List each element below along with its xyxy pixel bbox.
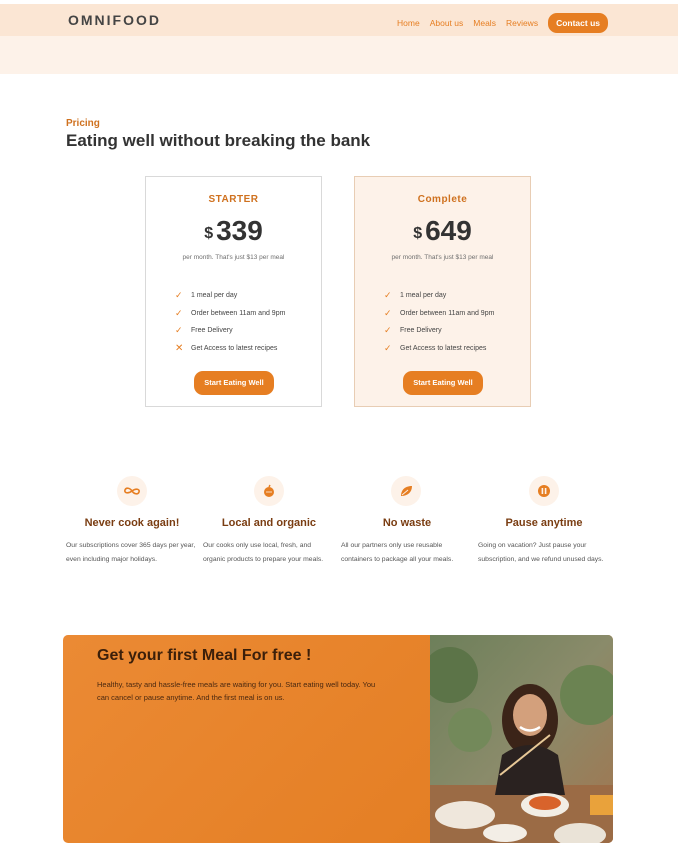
currency-symbol: $ xyxy=(413,225,423,242)
feature-title: Never cook again! xyxy=(84,517,180,529)
feature-item: ✓ Free Delivery xyxy=(175,325,233,336)
main-nav: Home About us Meals Reviews Contact us xyxy=(387,13,608,33)
feature-description: Our cooks only use local, fresh, and org… xyxy=(203,542,324,563)
plan-features: ✓ 1 meal per day ✓ Order between 11am and … xyxy=(175,287,285,357)
cross-icon: ✕ xyxy=(175,342,184,354)
checkmark-icon: ✓ xyxy=(175,290,183,301)
nav-link-about[interactable]: About us xyxy=(430,18,464,28)
logo[interactable]: OMNIFOOD xyxy=(68,12,161,28)
feature-item: ✓ 1 meal per day xyxy=(384,290,447,301)
feature-item: ✓ Order between 11am and 9pm xyxy=(175,307,286,318)
apple-icon xyxy=(254,476,284,506)
per-meal-text: per month. That's just $13 per meal xyxy=(391,254,494,261)
feature-title: Pause anytime xyxy=(505,517,583,529)
plan-name: Complete xyxy=(417,194,468,205)
feature-description: Going on vacation? Just pause your subsc… xyxy=(478,542,604,563)
nav-link-meals[interactable]: Meals xyxy=(473,18,496,28)
per-meal-text: per month. That's just $13 per meal xyxy=(182,254,285,261)
currency-symbol: $ xyxy=(204,225,214,242)
nav-link-reviews[interactable]: Reviews xyxy=(506,18,538,28)
feature-title: Local and organic xyxy=(221,517,317,529)
feature-item: ✓ Order between 11am and 9pm xyxy=(384,307,495,318)
cta-title: Get your first Meal For free ! xyxy=(97,647,312,664)
feature-item: ✕ Get Access to latest recipes xyxy=(175,342,278,354)
feature-item: ✓ Get Access to latest recipes xyxy=(384,342,487,353)
feature-description: All our partners only use reusable conta… xyxy=(341,542,454,563)
plan-features: ✓ 1 meal per day ✓ Order between 11am and … xyxy=(384,287,494,357)
feature-item: ✓ Free Delivery xyxy=(384,325,442,336)
pricing-heading: Eating well without breaking the bank xyxy=(66,131,371,150)
checkmark-icon: ✓ xyxy=(175,325,183,336)
site-header: OMNIFOOD Home About us Meals Reviews Con… xyxy=(0,4,678,74)
checkmark-icon: ✓ xyxy=(384,307,392,318)
woman-eating-photo xyxy=(430,635,613,843)
plan-price: $339 xyxy=(146,215,321,247)
start-eating-well-button[interactable]: Start Eating Well xyxy=(403,371,483,395)
free-meal-cta: Get your first Meal For free ! Healthy, … xyxy=(63,635,613,843)
pricing-card-complete: Complete $649 per month. That's just $13… xyxy=(354,176,531,407)
infinity-icon xyxy=(117,476,147,506)
start-eating-well-button[interactable]: Start Eating Well xyxy=(194,371,274,395)
cta-text: Healthy, tasty and hassle-free meals are… xyxy=(97,680,376,702)
pricing-subheading: Pricing xyxy=(66,118,100,129)
plan-price: $649 xyxy=(355,215,530,247)
plan-name: STARTER xyxy=(208,194,259,205)
checkmark-icon: ✓ xyxy=(175,307,183,318)
checkmark-icon: ✓ xyxy=(384,325,392,336)
price-amount: 339 xyxy=(216,215,263,246)
feature-title: No waste xyxy=(382,517,432,529)
nav-link-home[interactable]: Home xyxy=(397,18,420,28)
checkmark-icon: ✓ xyxy=(384,290,392,301)
pause-icon xyxy=(529,476,559,506)
checkmark-icon: ✓ xyxy=(384,342,392,353)
contact-us-button[interactable]: Contact us xyxy=(548,13,608,33)
price-amount: 649 xyxy=(425,215,472,246)
pricing-card-starter: STARTER $339 per month. That's just $13 … xyxy=(145,176,322,407)
feature-item: ✓ 1 meal per day xyxy=(175,290,238,301)
leaf-icon xyxy=(391,476,421,506)
feature-description: Our subscriptions cover 365 days per yea… xyxy=(66,542,196,563)
